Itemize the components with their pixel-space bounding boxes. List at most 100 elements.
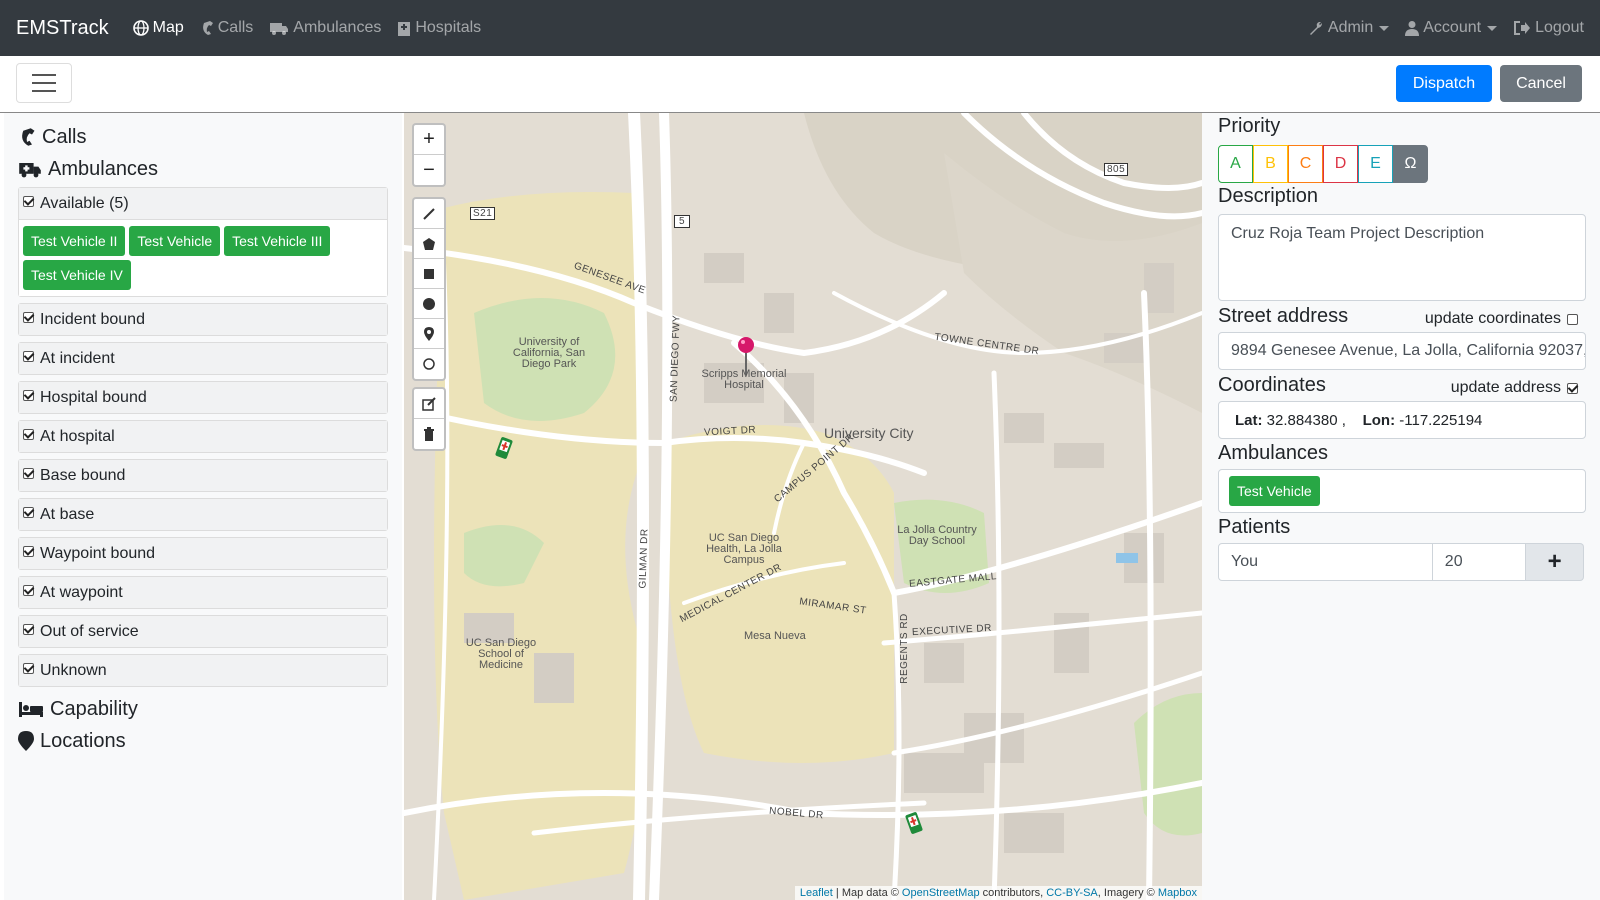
status-checkbox[interactable] [23,546,34,557]
status-filter-item[interactable]: Incident bound [18,303,388,336]
priority-omega-button[interactable]: Ω [1393,145,1428,183]
assigned-vehicle-chip[interactable]: Test Vehicle [1229,476,1320,506]
map-view[interactable]: Scripps Memorial Hospital University of … [404,113,1202,900]
vehicle-button[interactable]: Test Vehicle [129,226,221,256]
hamburger-line [32,90,56,92]
status-filter-header[interactable]: Base bound [19,460,387,491]
caret-down-icon [1379,25,1390,31]
hospital-map-label: Scripps Memorial Hospital [701,368,787,391]
status-checkbox[interactable] [23,312,34,323]
update-coordinates-toggle[interactable]: update coordinates [1425,310,1584,328]
status-checkbox[interactable] [23,468,34,479]
draw-polyline-icon[interactable] [414,199,444,229]
edit-layers-icon[interactable] [414,389,444,419]
ambulances-section-header[interactable]: Ambulances [18,153,388,185]
capability-section-header[interactable]: Capability [18,693,388,725]
status-filter-item[interactable]: Waypoint bound [18,537,388,570]
draw-circlemarker-icon[interactable] [414,349,444,379]
nav-calls[interactable]: Calls [200,19,253,37]
vehicle-button[interactable]: Test Vehicle II [23,226,126,256]
status-label: Out of service [40,622,139,640]
street-row: Street address update coordinates [1218,305,1584,328]
update-address-toggle[interactable]: update address [1451,379,1584,397]
status-filter-header[interactable]: Out of service [19,616,387,647]
calls-section-header[interactable]: Calls [18,121,388,153]
status-filter-header[interactable]: At incident [19,343,387,374]
logout-link[interactable]: Logout [1513,19,1584,37]
status-checkbox[interactable] [23,507,34,518]
cancel-button[interactable]: Cancel [1500,65,1582,102]
menu-toggle-button[interactable] [16,63,72,103]
status-filter-item[interactable]: At hospital [18,420,388,453]
priority-e-button[interactable]: E [1358,145,1393,183]
zoom-out-button[interactable]: − [414,155,444,185]
brand[interactable]: EMSTrack [16,17,109,40]
ambulances-box: Test Vehicle [1218,469,1586,513]
status-checkbox[interactable] [23,624,34,635]
account-dropdown[interactable]: Account [1405,19,1498,37]
status-checkbox[interactable] [23,663,34,674]
draw-rectangle-icon[interactable] [414,259,444,289]
nav-hospitals[interactable]: Hospitals [397,19,481,37]
draw-polygon-icon[interactable] [414,229,444,259]
status-label: At incident [40,349,115,367]
status-checkbox[interactable] [23,351,34,362]
zoom-in-button[interactable]: + [414,125,444,155]
admin-dropdown[interactable]: Admin [1308,19,1390,37]
lat-label: Lat: [1235,411,1263,429]
license-link[interactable]: CC-BY-SA [1046,887,1098,899]
patient-age-input[interactable]: 20 [1432,543,1527,581]
status-filter-header[interactable]: Waypoint bound [19,538,387,569]
status-filter-item[interactable]: At base [18,498,388,531]
update-coordinates-checkbox[interactable] [1567,313,1578,325]
add-patient-button[interactable]: + [1526,543,1584,581]
dispatch-button[interactable]: Dispatch [1396,65,1492,102]
phone-icon [22,128,35,146]
status-filter-header[interactable]: Hospital bound [19,382,387,413]
status-filter-item[interactable]: Base bound [18,459,388,492]
status-filter-header[interactable]: At waypoint [19,577,387,608]
available-checkbox[interactable] [23,196,34,207]
status-filter-header[interactable]: At hospital [19,421,387,452]
priority-a-button[interactable]: A [1218,145,1253,183]
description-textarea[interactable]: Cruz Roja Team Project Description [1218,214,1586,301]
status-checkbox[interactable] [23,429,34,440]
status-checkbox[interactable] [23,585,34,596]
status-label: Hospital bound [40,388,147,406]
vehicle-button[interactable]: Test Vehicle III [224,226,331,256]
lon-value[interactable]: -117.225194 [1399,412,1482,429]
delete-layers-icon[interactable] [414,419,444,449]
osm-link[interactable]: OpenStreetMap [902,887,980,899]
mapbox-link[interactable]: Mapbox [1158,887,1197,899]
locations-section-header[interactable]: Locations [18,725,388,757]
hospital-icon [398,22,411,36]
status-filter-item[interactable]: At waypoint [18,576,388,609]
nav-map[interactable]: Map [132,19,184,37]
priority-b-button[interactable]: B [1253,145,1288,183]
available-group: Available (5) Test Vehicle II Test Vehic… [18,187,388,297]
leaflet-link[interactable]: Leaflet [800,887,833,899]
status-filter-header[interactable]: At base [19,499,387,530]
nav-ambulances[interactable]: Ambulances [269,19,381,37]
draw-marker-icon[interactable] [414,319,444,349]
update-address-checkbox[interactable] [1567,382,1578,394]
status-filter-header[interactable]: Unknown [19,655,387,686]
priority-c-button[interactable]: C [1288,145,1323,183]
status-filter-item[interactable]: Out of service [18,615,388,648]
available-header[interactable]: Available (5) [19,188,387,219]
coordinates-row: Coordinates update address [1218,374,1584,397]
status-filter-item[interactable]: Hospital bound [18,381,388,414]
lat-value[interactable]: 32.884380 [1267,412,1338,429]
patient-name-input[interactable]: You [1218,543,1433,581]
bed-icon [19,702,43,717]
street-address-input[interactable]: 9894 Genesee Avenue, La Jolla, Californi… [1218,332,1586,370]
status-filter-item[interactable]: Unknown [18,654,388,687]
priority-d-button[interactable]: D [1323,145,1358,183]
vehicle-button[interactable]: Test Vehicle IV [23,260,131,290]
status-filter-item[interactable]: At incident [18,342,388,375]
status-checkbox[interactable] [23,390,34,401]
draw-circle-icon[interactable] [414,289,444,319]
status-filter-header[interactable]: Incident bound [19,304,387,335]
logout-label: Logout [1535,19,1584,36]
ambulance-icon [270,23,289,35]
